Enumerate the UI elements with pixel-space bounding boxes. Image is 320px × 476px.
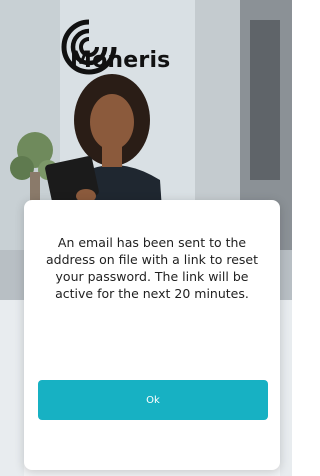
moneris-swirl-icon	[61, 19, 117, 75]
password-reset-screen: Moneris An email has been sent to the ad…	[0, 0, 292, 476]
right-edge	[280, 300, 292, 476]
reset-confirmation-dialog: An email has been sent to the address on…	[24, 200, 280, 470]
dialog-message: An email has been sent to the address on…	[45, 235, 259, 301]
ok-button[interactable]: Ok	[38, 380, 268, 420]
moneris-logo: Moneris	[60, 18, 230, 76]
left-edge	[0, 300, 24, 476]
